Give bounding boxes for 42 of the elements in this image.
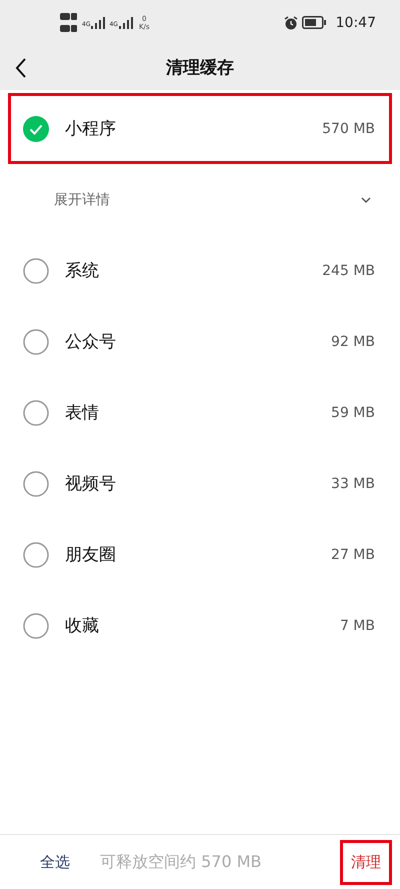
item-size: 570 MB xyxy=(322,120,375,136)
clock-time: 10:47 xyxy=(336,14,376,30)
details-label: 展开详情 xyxy=(54,190,111,208)
radio-circle-icon[interactable] xyxy=(23,542,49,568)
cache-row[interactable]: 系统 245 MB xyxy=(8,235,392,306)
cache-row[interactable]: 收藏 7 MB xyxy=(8,590,392,661)
battery-icon xyxy=(302,16,326,29)
page-title: 清理缓存 xyxy=(166,57,234,79)
item-name: 收藏 xyxy=(65,615,100,637)
item-name: 视频号 xyxy=(65,473,117,495)
radio-circle-icon[interactable] xyxy=(23,470,49,496)
item-name: 系统 xyxy=(65,260,100,282)
radio-circle-icon[interactable] xyxy=(23,328,49,354)
chevron-down-icon[interactable] xyxy=(360,196,372,204)
item-size: 27 MB xyxy=(331,546,375,562)
clean-button[interactable]: 清理 xyxy=(340,840,392,884)
cache-row[interactable]: 表情 59 MB xyxy=(8,377,392,448)
item-name: 小程序 xyxy=(65,118,117,140)
free-space-summary: 可释放空间约 570 MB xyxy=(100,852,262,872)
radio-circle-icon[interactable] xyxy=(23,612,49,638)
item-name: 公众号 xyxy=(65,331,117,353)
signal-icon xyxy=(118,16,133,28)
cache-row[interactable]: 视频号 33 MB xyxy=(8,448,392,519)
item-name: 朋友圈 xyxy=(65,544,117,566)
item-size: 245 MB xyxy=(322,262,375,278)
select-all-button[interactable]: 全选 xyxy=(40,852,70,872)
radio-circle-icon[interactable] xyxy=(23,258,49,284)
back-icon[interactable] xyxy=(14,57,28,79)
cache-row[interactable]: 小程序 570 MB xyxy=(8,93,392,164)
cache-row[interactable]: 公众号 92 MB xyxy=(8,306,392,377)
signal-icon xyxy=(91,16,106,28)
hd-sim-icon xyxy=(60,12,78,34)
item-size: 33 MB xyxy=(331,476,375,492)
item-name: 表情 xyxy=(65,402,100,424)
cache-row[interactable]: 朋友圈 27 MB xyxy=(8,519,392,590)
item-size: 92 MB xyxy=(331,334,375,350)
item-size: 59 MB xyxy=(331,404,375,420)
radio-circle-icon[interactable] xyxy=(23,400,49,426)
item-size: 7 MB xyxy=(340,618,375,634)
expand-details-row[interactable]: 展开详情 xyxy=(0,164,400,235)
alarm-icon xyxy=(284,16,298,30)
checked-circle-icon[interactable] xyxy=(23,116,49,142)
